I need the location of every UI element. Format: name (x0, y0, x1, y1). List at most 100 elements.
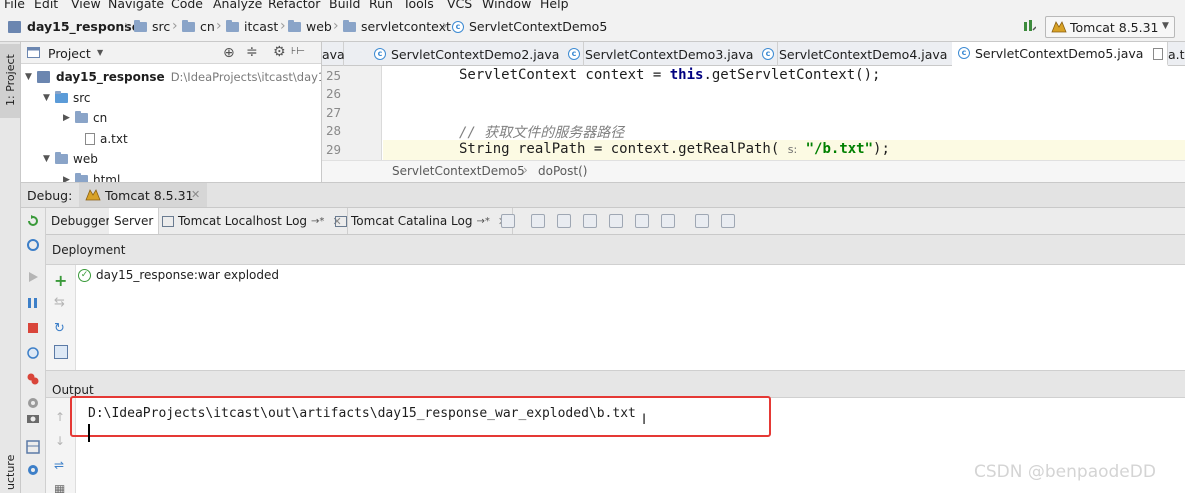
editor-tab-demo5[interactable]: c ServletContextDemo5.java ✕ (952, 42, 1168, 66)
project-view-icon (27, 46, 40, 58)
tree-item-html[interactable]: ▶ html (63, 170, 120, 182)
code-comment[interactable]: // 获取文件的服务器路径 (459, 122, 624, 142)
locate-icon[interactable]: ⊕ (223, 45, 235, 61)
breadcrumb-servletcontext[interactable]: servletcontext (343, 19, 451, 34)
deploy-add-icon[interactable]: + (54, 271, 67, 290)
breadcrumb-src[interactable]: src (134, 19, 170, 34)
breadcrumb-project[interactable]: day15_response (8, 19, 140, 34)
menu-window[interactable]: Window (482, 0, 531, 11)
text-file-icon (85, 133, 95, 145)
menu-refactor[interactable]: Refactor (268, 0, 320, 11)
menu-run[interactable]: Run (369, 0, 393, 11)
force-step-into-icon[interactable] (583, 214, 597, 228)
view-breakpoints-icon[interactable] (26, 346, 40, 360)
breadcrumb-class[interactable]: c ServletContextDemo5 (452, 19, 607, 34)
menu-analyze[interactable]: Analyze (213, 0, 262, 11)
tree-item-a-txt[interactable]: a.txt (85, 129, 128, 149)
step-over-icon[interactable] (531, 214, 545, 228)
crumb-class[interactable]: ServletContextDemo5 (392, 164, 525, 178)
rerun-icon[interactable] (26, 214, 40, 228)
scroll-up-icon[interactable]: ↑ (55, 410, 65, 424)
menu-code[interactable]: Code (171, 0, 203, 11)
chevron-right-icon: › (333, 18, 339, 34)
menu-help[interactable]: Help (540, 0, 569, 11)
editor-tab-demo3[interactable]: c ServletContextDemo3.java ✕ (562, 42, 778, 66)
line-number: 29 (326, 142, 342, 157)
close-icon[interactable]: ✕ (191, 188, 200, 201)
breadcrumb-cn[interactable]: cn (182, 19, 215, 34)
tree-item-src[interactable]: ▼ src (43, 88, 91, 108)
layout-icon[interactable] (26, 440, 40, 454)
output-header: Output (46, 370, 1185, 398)
watermark: CSDN @benpaodeDD (974, 462, 1156, 482)
trace-icon[interactable] (721, 214, 735, 228)
camera-icon[interactable] (26, 411, 40, 425)
evaluate-icon[interactable] (695, 214, 709, 228)
deployment-item[interactable]: ✓ day15_response:war exploded (78, 268, 279, 282)
collapse-icon[interactable]: ≑ (246, 44, 258, 60)
menu-tools[interactable]: Tools (403, 0, 434, 11)
folder-icon (75, 173, 88, 182)
tab-catalina-log[interactable]: Tomcat Catalina Log →* ✕ (330, 208, 514, 234)
tree-item-project[interactable]: ▼ day15_response D:\IdeaProjects\itcast\… (25, 67, 321, 87)
menu-file[interactable]: File (4, 0, 25, 11)
menu-vcs[interactable]: VCS (447, 0, 472, 11)
menu-view[interactable]: View (71, 0, 101, 11)
editor-tab-demo4[interactable]: c ServletContextDemo4.java ✕ (756, 42, 972, 66)
tab-localhost-log[interactable]: Tomcat Localhost Log →* ✕ (157, 208, 348, 234)
class-icon: c (452, 20, 464, 33)
debug-actions-strip (21, 208, 46, 493)
scroll-down-icon[interactable]: ↓ (55, 434, 65, 448)
hide-panel-icon[interactable]: ⊦⊢ (291, 46, 305, 57)
tree-item-cn[interactable]: ▶ cn (63, 108, 107, 128)
mute-breakpoints-icon[interactable] (26, 372, 40, 386)
editor-tab-truncated[interactable]: ava (322, 42, 345, 66)
settings-icon[interactable] (26, 396, 40, 410)
menu-navigate[interactable]: Navigate (108, 0, 164, 11)
run-to-cursor-icon[interactable] (661, 214, 675, 228)
chevron-right-icon: ▶ (63, 175, 70, 182)
tab-server[interactable]: Server (109, 208, 160, 234)
code-line[interactable]: ServletContext context = this.getServlet… (459, 67, 880, 83)
resume-icon[interactable] (26, 270, 40, 284)
tab-debugger[interactable]: Debugger (46, 208, 117, 234)
soft-wrap-icon[interactable]: ⇌ (54, 458, 64, 472)
tree-item-web[interactable]: ▼ web (43, 149, 98, 169)
build-icon[interactable] (1022, 19, 1037, 33)
chevron-down-icon: ▼ (25, 72, 32, 82)
drop-frame-icon[interactable] (635, 214, 649, 228)
step-into-icon[interactable] (557, 214, 571, 228)
editor-tab-a-txt[interactable]: a.tx (1147, 42, 1185, 66)
editor-tab-demo2[interactable]: c ServletContextDemo2.java ✕ (368, 42, 584, 66)
chevron-right-icon: › (172, 18, 178, 34)
module-icon (37, 71, 50, 83)
chevron-down-icon[interactable]: ▼ (97, 48, 103, 57)
pause-icon[interactable] (26, 296, 40, 310)
crumb-method[interactable]: doPost() (538, 164, 587, 178)
breadcrumb-itcast[interactable]: itcast (226, 19, 278, 34)
run-config-selector[interactable]: Tomcat 8.5.31 ▼ (1045, 16, 1175, 38)
debug-session-tab[interactable]: Tomcat 8.5.31 ✕ (79, 183, 207, 207)
breadcrumb-web[interactable]: web (288, 19, 332, 34)
code-line[interactable]: String realPath = context.getRealPath( s… (459, 141, 890, 157)
menu-edit[interactable]: Edit (34, 0, 58, 11)
structure-tool-tab[interactable]: ucture (4, 455, 17, 490)
redeploy-icon[interactable]: ⇆ (54, 295, 65, 310)
chevron-right-icon: › (124, 18, 130, 34)
print-icon[interactable]: ▦ (54, 482, 65, 493)
project-tool-tab[interactable]: 1: Project (0, 44, 20, 118)
artifact-icon[interactable] (54, 345, 68, 359)
menu-build[interactable]: Build (329, 0, 360, 11)
show-execution-point-icon[interactable] (501, 214, 515, 228)
stop-icon[interactable] (26, 321, 40, 335)
refresh-icon[interactable]: ↻ (54, 321, 65, 336)
text-caret (88, 424, 90, 442)
update-icon[interactable] (26, 238, 40, 252)
chevron-right-icon: › (280, 18, 286, 34)
text-file-icon (1153, 48, 1163, 60)
project-panel-title[interactable]: Project (48, 46, 91, 61)
gear-icon[interactable] (26, 463, 40, 477)
gear-icon[interactable]: ⚙ (273, 44, 286, 60)
step-out-icon[interactable] (609, 214, 623, 228)
line-number: 26 (326, 86, 342, 101)
